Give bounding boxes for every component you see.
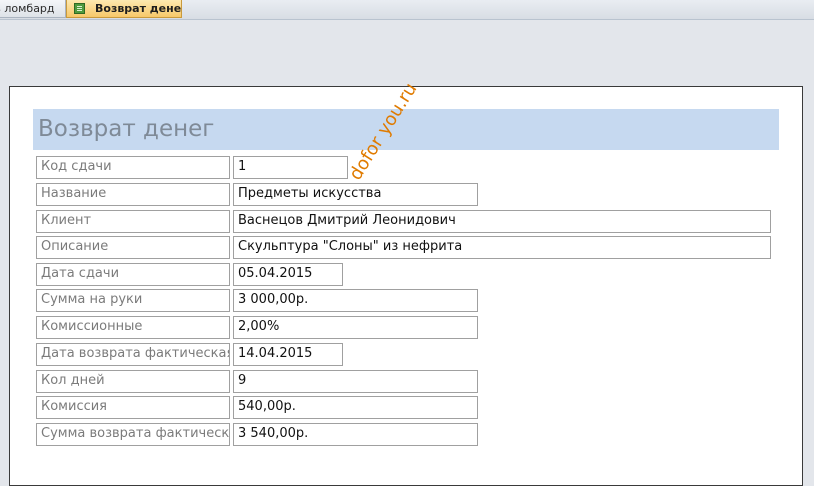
- document-tab-strip: з ломбард Возврат денег: [0, 0, 814, 20]
- field-label-days-count: Кол дней: [36, 370, 230, 393]
- field-commission[interactable]: 540,00р.: [233, 396, 478, 419]
- money-return-form: Возврат денег Код сдачи 1 Название Предм…: [9, 86, 803, 486]
- field-commission-rate[interactable]: 2,00%: [233, 316, 478, 339]
- field-code[interactable]: 1: [233, 156, 348, 179]
- field-label-code: Код сдачи: [36, 156, 230, 179]
- field-client[interactable]: Васнецов Дмитрий Леонидович: [233, 210, 771, 233]
- tab-money-return-label: Возврат денег: [95, 2, 182, 15]
- field-label-description: Описание: [36, 236, 230, 259]
- field-deposit-date[interactable]: 05.04.2015: [233, 263, 343, 286]
- field-description[interactable]: Скульптура "Слоны" из нефрита: [233, 236, 771, 259]
- field-label-commission-rate: Комиссионные: [36, 316, 230, 339]
- field-label-return-date: Дата возврата фактическая: [36, 343, 230, 366]
- form-header: Возврат денег: [33, 109, 779, 150]
- field-name[interactable]: Предметы искусства: [233, 183, 478, 206]
- field-label-client: Клиент: [36, 210, 230, 233]
- form-icon: [74, 3, 85, 14]
- tab-money-return[interactable]: Возврат денег: [66, 0, 182, 18]
- field-return-amount[interactable]: 3 540,00р.: [233, 423, 478, 446]
- tab-pawnshop[interactable]: з ломбард: [0, 0, 66, 18]
- field-days-count[interactable]: 9: [233, 370, 478, 393]
- field-label-amount-paid: Сумма на руки: [36, 289, 230, 312]
- field-label-deposit-date: Дата сдачи: [36, 263, 230, 286]
- field-label-name: Название: [36, 183, 230, 206]
- tab-pawnshop-label: з ломбард: [0, 2, 55, 15]
- field-amount-paid[interactable]: 3 000,00р.: [233, 289, 478, 312]
- field-label-commission: Комиссия: [36, 396, 230, 419]
- form-title: Возврат денег: [38, 116, 215, 142]
- field-return-date[interactable]: 14.04.2015: [233, 343, 343, 366]
- field-label-return-amount: Сумма возврата фактическая: [36, 423, 230, 446]
